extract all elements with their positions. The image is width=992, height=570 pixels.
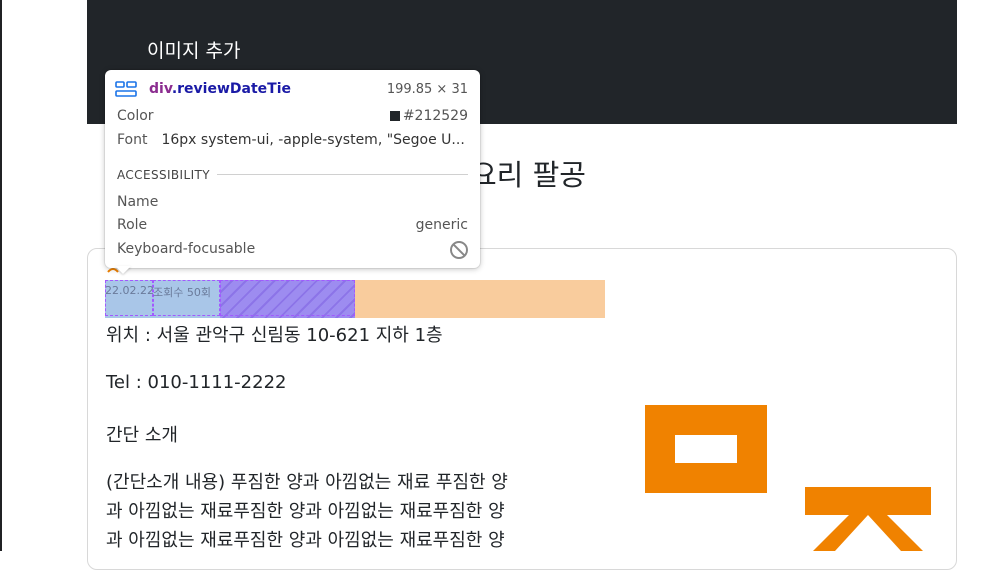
font-label: Font bbox=[117, 132, 148, 148]
element-size: 199.85 × 31 bbox=[386, 82, 468, 97]
devtools-inspect-tooltip: div.reviewDateTie 199.85 × 31 Color #212… bbox=[105, 70, 480, 274]
flex-layout-icon bbox=[115, 81, 137, 97]
intro-label: 간단 소개 bbox=[106, 425, 178, 446]
focusable-label: Keyboard-focusable bbox=[117, 241, 256, 257]
role-label: Role bbox=[117, 217, 148, 233]
font-row: Font 16px system-ui, -apple-system, "Seg… bbox=[117, 132, 468, 148]
color-row: Color #212529 bbox=[117, 108, 468, 124]
intro-text: (간단소개 내용) 푸짐한 양과 아낌없는 재료 푸짐한 양 과 아낌없는 재료… bbox=[106, 468, 588, 555]
window-edge bbox=[0, 0, 2, 551]
review-views: 조회수 50회 bbox=[153, 286, 211, 299]
tel-text: Tel : 010-1111-2222 bbox=[106, 372, 287, 393]
font-value: 16px system-ui, -apple-system, "Segoe U.… bbox=[161, 132, 465, 148]
color-value: #212529 bbox=[402, 108, 468, 124]
not-focusable-icon bbox=[450, 241, 468, 259]
tooltip-arrow bbox=[115, 266, 131, 274]
name-label: Name bbox=[117, 194, 159, 210]
add-image-link[interactable]: 이미지 추가 bbox=[147, 36, 240, 63]
element-tag: div bbox=[149, 81, 172, 97]
element-class: .reviewDateTie bbox=[171, 81, 291, 97]
location-text: 위치 : 서울 관악구 신림동 10-621 지하 1층 bbox=[106, 325, 443, 346]
page-title: 요리 팔공 bbox=[470, 158, 586, 192]
name-row: Name bbox=[117, 194, 468, 210]
accessibility-section-title: ACCESSIBILITY bbox=[117, 168, 210, 182]
focusable-row: Keyboard-focusable bbox=[117, 241, 468, 259]
section-divider bbox=[217, 174, 468, 175]
margin-box-outline bbox=[220, 280, 355, 316]
color-value-wrap: #212529 bbox=[389, 108, 468, 124]
intro-line: 과 아낌없는 재료푸짐한 양과 아낌없는 재료푸짐한 양 bbox=[106, 501, 505, 522]
color-label: Color bbox=[117, 108, 154, 124]
restaurant-logo-image bbox=[645, 405, 931, 551]
role-value: generic bbox=[415, 217, 468, 233]
element-selector: div.reviewDateTie bbox=[149, 81, 291, 97]
intro-line: (간단소개 내용) 푸짐한 양과 아낌없는 재료 푸짐한 양 bbox=[106, 472, 508, 493]
review-date: 22.02.22 bbox=[105, 284, 154, 297]
color-swatch bbox=[389, 111, 400, 121]
role-row: Role generic bbox=[117, 217, 468, 233]
